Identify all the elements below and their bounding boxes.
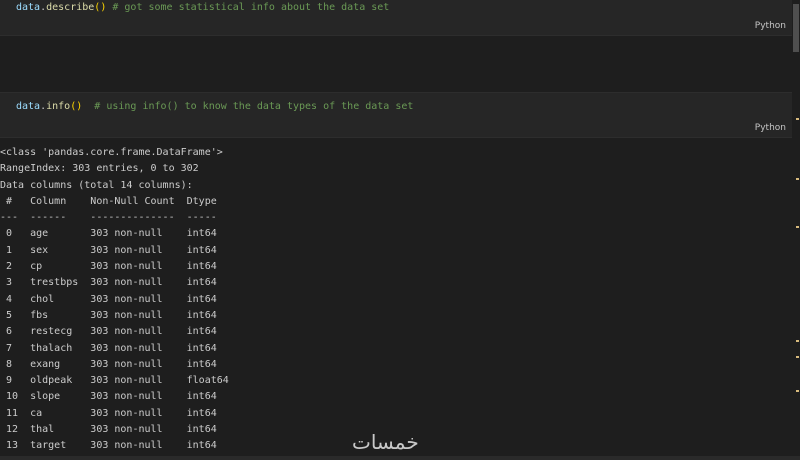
code-variable: data [16, 2, 41, 13]
scroll-marker [796, 340, 799, 342]
output-line: 12 thal 303 non-null int64 [0, 424, 229, 436]
output-line: 6 restecg 303 non-null int64 [0, 326, 229, 338]
output-line: 0 age 303 non-null int64 [0, 228, 229, 240]
output-line: 3 trestbps 303 non-null int64 [0, 277, 229, 289]
output-line: 10 slope 303 non-null int64 [0, 391, 229, 403]
cell-language-label[interactable]: Python [755, 21, 786, 31]
code-parens: () [94, 2, 107, 13]
output-line: 2 cp 303 non-null int64 [0, 261, 229, 273]
output-line: Data columns (total 14 columns): [0, 179, 193, 191]
code-line[interactable]: data.describe() # got some statistical i… [16, 2, 389, 13]
output-line: 13 target 303 non-null int64 [0, 440, 229, 452]
scroll-marker [796, 356, 799, 358]
output-line: RangeIndex: 303 entries, 0 to 302 [0, 163, 199, 175]
output-line: 9 oldpeak 303 non-null float64 [0, 375, 229, 387]
scroll-marker [796, 178, 799, 180]
output-line: 5 fbs 303 non-null int64 [0, 309, 229, 321]
code-comment: # got some statistical info about the da… [106, 2, 390, 13]
output-line: 1 sex 303 non-null int64 [0, 244, 229, 256]
code-line[interactable]: data.info() # using info() to know the d… [16, 101, 413, 112]
code-comment: # using info() to know the data types of… [82, 101, 414, 112]
code-function: describe [46, 2, 95, 13]
cell-language-label[interactable]: Python [755, 123, 786, 133]
output-line: # Column Non-Null Count Dtype [0, 195, 229, 207]
scrollbar-thumb[interactable] [793, 4, 799, 52]
output-line: <class 'pandas.core.frame.DataFrame'> [0, 147, 223, 158]
output-line: --- ------ -------------- ----- [0, 212, 229, 224]
code-cell-describe[interactable]: data.describe() # got some statistical i… [0, 0, 792, 36]
scroll-marker [796, 226, 799, 228]
code-parens: () [70, 101, 83, 112]
scroll-marker [796, 390, 799, 392]
watermark-logo: خمسات [352, 430, 419, 454]
cell-output: <class 'pandas.core.frame.DataFrame'> Ran… [0, 145, 229, 455]
output-line: 4 chol 303 non-null int64 [0, 293, 229, 305]
output-line: 7 thalach 303 non-null int64 [0, 342, 229, 354]
code-variable: data [16, 101, 41, 112]
vertical-scrollbar[interactable] [792, 0, 800, 456]
output-line: 8 exang 303 non-null int64 [0, 358, 229, 370]
code-function: info [46, 101, 71, 112]
scroll-marker [796, 118, 799, 120]
status-bar [0, 456, 800, 460]
code-cell-info[interactable]: data.info() # using info() to know the d… [0, 92, 792, 138]
output-line: 11 ca 303 non-null int64 [0, 407, 229, 419]
